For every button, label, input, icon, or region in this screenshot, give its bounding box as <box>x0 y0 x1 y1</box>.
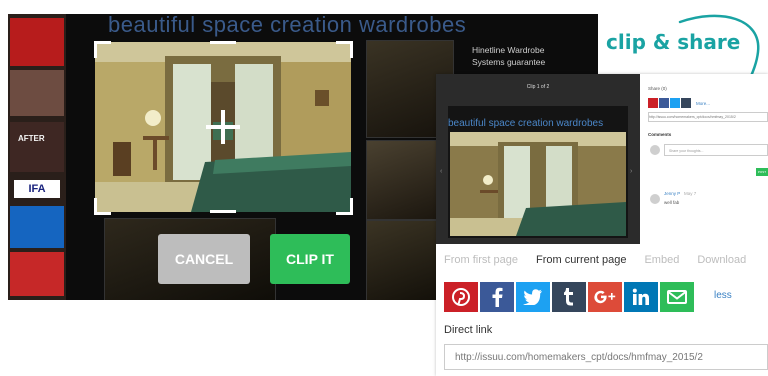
crop-edge-handle[interactable] <box>210 210 236 213</box>
pinterest-icon[interactable] <box>444 282 478 312</box>
linkedin-icon[interactable] <box>624 282 658 312</box>
google-plus-icon[interactable] <box>588 282 622 312</box>
mini-share-sidebar: Share (0) More... http://issuu.com/homem… <box>644 74 768 244</box>
panel-preview: Clip 1 of 2 ‹ › beautiful space creation… <box>436 74 768 244</box>
mini-share-label: Share (0) <box>648 86 667 91</box>
crop-edge-handle[interactable] <box>210 41 236 44</box>
avatar <box>650 145 660 155</box>
move-crosshair-icon[interactable] <box>206 110 240 144</box>
crop-handle[interactable] <box>94 198 111 215</box>
mini-comment-text: well fab <box>664 200 680 205</box>
ad-block <box>10 70 64 116</box>
crop-handle[interactable] <box>336 41 353 58</box>
clip-it-button[interactable]: CLIP IT <box>270 234 350 284</box>
avatar <box>650 194 660 204</box>
tumblr-icon[interactable] <box>552 282 586 312</box>
crop-handle[interactable] <box>336 198 353 215</box>
side-text-line: Hinetline Wardrobe <box>472 45 545 55</box>
tab-download[interactable]: Download <box>697 254 746 266</box>
mini-commenter: Jenny P <box>664 191 681 196</box>
share-tabs: From first page From current page Embed … <box>444 254 746 266</box>
direct-link-label: Direct link <box>444 324 493 336</box>
ad-block <box>10 252 64 296</box>
page-headline: beautiful space creation wardrobes <box>108 14 467 37</box>
viewer-headline: beautiful space creation wardrobes <box>448 118 604 129</box>
viewer-page: beautiful space creation wardrobes <box>448 106 628 238</box>
tumblr-icon[interactable] <box>681 98 691 108</box>
mini-more-link[interactable]: More... <box>696 101 710 106</box>
mini-share-icons <box>648 98 691 108</box>
tab-from-first-page[interactable]: From first page <box>444 254 518 266</box>
viewer-image <box>450 132 626 236</box>
twitter-icon[interactable] <box>516 282 550 312</box>
tab-from-current-page[interactable]: From current page <box>536 254 626 266</box>
clip-viewer: Clip 1 of 2 ‹ › beautiful space creation… <box>436 74 640 244</box>
ad-strip: AFTER IFA <box>8 14 66 300</box>
facebook-icon[interactable] <box>480 282 514 312</box>
ad-block <box>10 206 64 248</box>
side-text-line: Systems guarantee <box>472 57 546 67</box>
twitter-icon[interactable] <box>670 98 680 108</box>
email-icon[interactable] <box>660 282 694 312</box>
next-arrow-icon[interactable]: › <box>630 168 632 175</box>
mini-post-button[interactable]: POST <box>756 168 768 176</box>
share-panel: Clip 1 of 2 ‹ › beautiful space creation… <box>436 74 768 376</box>
ad-block <box>10 18 64 66</box>
less-link[interactable]: less <box>714 290 732 301</box>
mini-comments-label: Comments <box>648 132 672 137</box>
pinterest-icon[interactable] <box>648 98 658 108</box>
crop-handle[interactable] <box>94 41 111 58</box>
tab-embed[interactable]: Embed <box>644 254 679 266</box>
facebook-icon[interactable] <box>659 98 669 108</box>
mini-comment-date: May 7 <box>684 191 697 196</box>
mini-comment-input[interactable]: Share your thoughts... <box>664 144 768 156</box>
ad-after-text: AFTER <box>18 134 45 143</box>
ad-logo: IFA <box>14 180 60 198</box>
viewer-caption: Clip 1 of 2 <box>526 84 550 90</box>
share-icons <box>444 282 694 312</box>
direct-link-field[interactable] <box>444 344 768 370</box>
mini-direct-link[interactable]: http://issuu.com/homemakers_cpt/docs/hmf… <box>648 112 768 122</box>
side-text: Hinetline Wardrobe Systems guarantee <box>472 44 582 68</box>
cancel-button[interactable]: CANCEL <box>158 234 250 284</box>
ad-block <box>10 122 64 172</box>
prev-arrow-icon[interactable]: ‹ <box>440 168 442 175</box>
